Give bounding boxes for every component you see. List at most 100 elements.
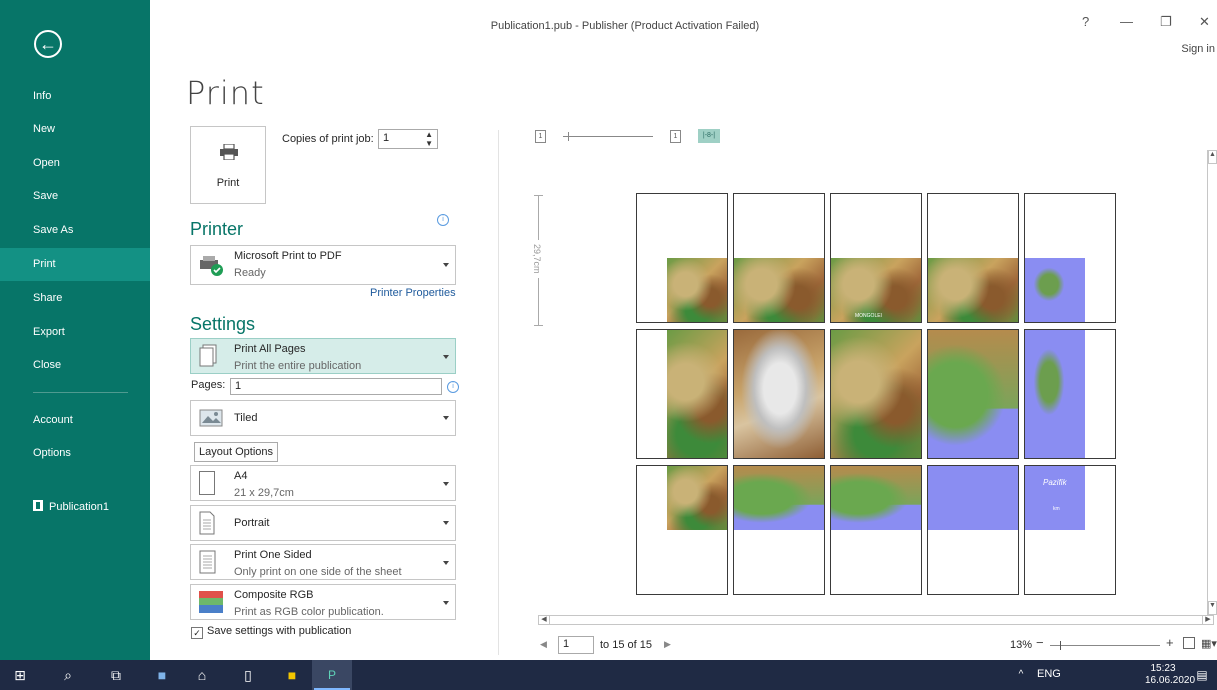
- save-settings-checkbox[interactable]: ✓ Save settings with publication: [191, 625, 351, 639]
- zoom-percentage[interactable]: 13%: [1010, 639, 1032, 651]
- preview-tile: [830, 329, 922, 459]
- paper-size-dropdown[interactable]: A4 21 x 29,7cm: [190, 465, 456, 501]
- sidebar-item-open[interactable]: Open: [0, 147, 150, 180]
- pages-input[interactable]: 1: [230, 378, 442, 395]
- sidebar-item-print[interactable]: Print: [0, 248, 150, 281]
- pages-label: Pages:: [191, 379, 226, 391]
- printer-heading: Printer: [190, 219, 244, 239]
- settings-heading: Settings: [190, 314, 256, 334]
- sidebar-item-save-as[interactable]: Save As: [0, 214, 150, 247]
- paper-subtitle: 21 x 29,7cm: [234, 487, 294, 499]
- sidebar-item-new[interactable]: New: [0, 113, 150, 146]
- preview-tile: [733, 465, 825, 595]
- print-button[interactable]: Print: [190, 126, 266, 204]
- map-label: MONGOLEI: [855, 313, 882, 319]
- sidebar-item-account[interactable]: Account: [0, 404, 150, 437]
- store-icon[interactable]: ⌂: [190, 660, 214, 690]
- sidebar-item-save[interactable]: Save: [0, 180, 150, 213]
- zoom-slider-thumb[interactable]: [1060, 641, 1061, 650]
- sidebar-item-share[interactable]: Share: [0, 282, 150, 315]
- sides-title: Print One Sided: [234, 549, 312, 561]
- preview-zoom-slider[interactable]: [563, 136, 653, 137]
- preview-tile: [733, 193, 825, 323]
- sidebar-item-info[interactable]: Info: [0, 80, 150, 113]
- preview-tile: [927, 193, 1019, 323]
- color-title: Composite RGB: [234, 589, 314, 601]
- scroll-up-icon[interactable]: ▲: [1208, 150, 1217, 164]
- preview-zoom-thumb[interactable]: [568, 132, 569, 141]
- tiled-layout-icon: [199, 409, 223, 427]
- close-window-button[interactable]: ✕: [1199, 14, 1210, 30]
- page-view-icon[interactable]: 1: [670, 130, 681, 143]
- color-dropdown[interactable]: Composite RGB Print as RGB color publica…: [190, 584, 456, 620]
- help-icon[interactable]: ?: [1082, 14, 1089, 29]
- printer-status: Ready: [234, 267, 266, 279]
- document-icon[interactable]: ▯: [236, 660, 260, 690]
- view-grid-icon[interactable]: ▦▾: [1201, 637, 1217, 650]
- page-number-input[interactable]: 1: [558, 636, 594, 654]
- sides-dropdown[interactable]: Print One Sided Only print on one side o…: [190, 544, 456, 580]
- sidebar-item-options[interactable]: Options: [0, 437, 150, 470]
- paper-icon: [199, 471, 215, 495]
- minimize-button[interactable]: —: [1120, 14, 1133, 29]
- publisher-app-icon[interactable]: P: [320, 660, 344, 690]
- task-view-icon[interactable]: ⧉: [104, 660, 128, 690]
- windows-taskbar: [0, 660, 1217, 690]
- preview-tile: [927, 465, 1019, 595]
- sign-in-link[interactable]: Sign in: [1181, 43, 1215, 55]
- printer-properties-link[interactable]: Printer Properties: [370, 287, 456, 299]
- printer-status-icon: [200, 256, 223, 276]
- clock[interactable]: 15:23 16.06.2020: [1145, 663, 1196, 687]
- copies-label: Copies of print job:: [282, 133, 374, 145]
- print-preview-tiles: MONGOLEI Pazifik km: [636, 193, 1120, 595]
- scroll-right-icon[interactable]: ▶: [1202, 616, 1213, 624]
- sidebar-item-close[interactable]: Close: [0, 349, 150, 382]
- info-icon[interactable]: i: [447, 381, 459, 393]
- save-settings-label: Save settings with publication: [207, 625, 352, 637]
- layout-options-button[interactable]: Layout Options: [194, 442, 278, 462]
- fit-page-icon[interactable]: [1183, 637, 1195, 649]
- zoom-in-icon[interactable]: +: [1166, 635, 1174, 650]
- file-manager-icon[interactable]: ■: [150, 660, 174, 690]
- preview-tile: [830, 465, 922, 595]
- previous-page-icon[interactable]: ◀: [540, 639, 547, 650]
- search-icon[interactable]: ⌕: [56, 660, 80, 690]
- spin-arrows-icon[interactable]: ▲ ▼: [425, 130, 433, 148]
- sidebar-item-export[interactable]: Export: [0, 316, 150, 349]
- horizontal-scrollbar[interactable]: ◀ ▶: [538, 615, 1214, 625]
- layout-dropdown[interactable]: Tiled: [190, 400, 456, 436]
- printer-dropdown[interactable]: Microsoft Print to PDF Ready: [190, 245, 456, 285]
- sides-subtitle: Only print on one side of the sheet: [234, 566, 402, 578]
- copies-value: 1: [383, 132, 390, 144]
- copies-stepper[interactable]: 1 ▲ ▼: [378, 129, 438, 149]
- map-label: Pazifik: [1043, 478, 1067, 487]
- single-page-view-icon[interactable]: 1: [535, 130, 546, 143]
- scroll-down-icon[interactable]: ▼: [1208, 601, 1217, 615]
- back-arrow-icon[interactable]: ←: [34, 30, 62, 58]
- multi-page-view-icon[interactable]: |-8-|: [698, 129, 720, 143]
- orientation-title: Portrait: [234, 517, 270, 529]
- windows-start-icon[interactable]: ⊞: [8, 660, 32, 690]
- scroll-left-icon[interactable]: ◀: [539, 616, 550, 624]
- recent-publication-item[interactable]: Publication1: [0, 494, 150, 520]
- notifications-icon[interactable]: ▤: [1192, 660, 1212, 690]
- zoom-out-icon[interactable]: −: [1036, 635, 1044, 650]
- chevron-up-icon[interactable]: ^: [1014, 660, 1028, 690]
- print-range-dropdown[interactable]: Print All Pages Print the entire publica…: [190, 338, 456, 374]
- zoom-slider[interactable]: [1050, 645, 1160, 646]
- ruler-top-tick: [534, 195, 543, 196]
- orientation-dropdown[interactable]: Portrait: [190, 505, 456, 541]
- preview-tile: [733, 329, 825, 459]
- sticky-notes-icon[interactable]: ■: [280, 660, 304, 690]
- clock-date: 16.06.2020: [1145, 675, 1196, 686]
- preview-tile: [1024, 193, 1116, 323]
- restore-button[interactable]: ❐: [1160, 14, 1172, 30]
- sidebar-divider: [33, 392, 128, 393]
- vertical-scrollbar[interactable]: ▲ ▼: [1207, 150, 1217, 615]
- ruler-label: 29,7cm: [532, 240, 542, 278]
- input-language[interactable]: ENG: [1037, 668, 1061, 680]
- info-icon[interactable]: i: [437, 214, 449, 226]
- portrait-icon: [199, 511, 215, 535]
- chevron-down-icon: [443, 561, 449, 565]
- next-page-icon[interactable]: ▶: [664, 639, 671, 650]
